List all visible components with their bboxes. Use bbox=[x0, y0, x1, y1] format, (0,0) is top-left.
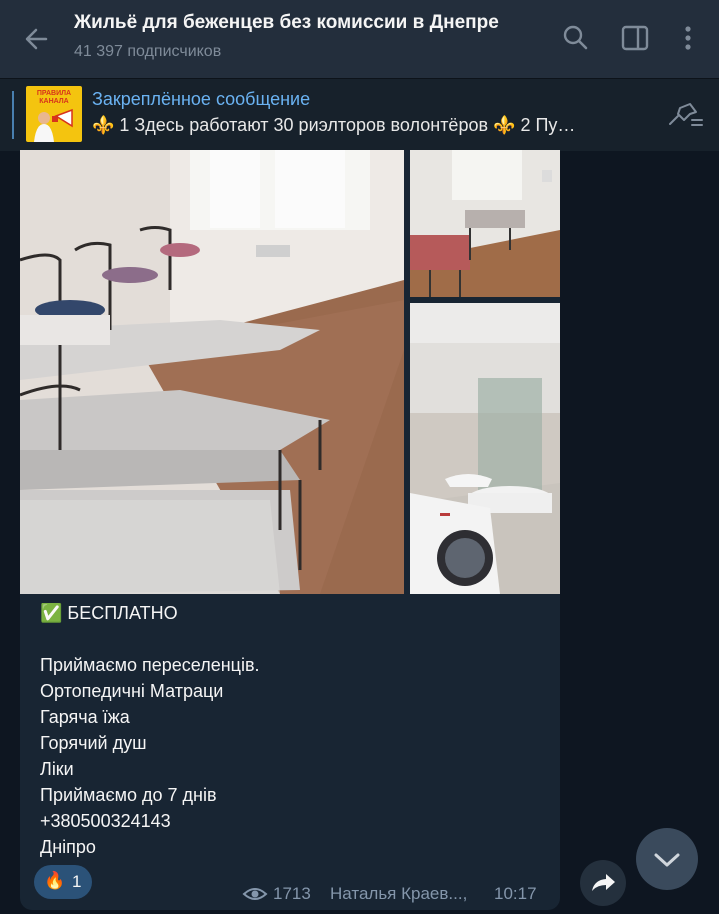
message-line: Гаряча їжа bbox=[40, 707, 130, 727]
reaction-chip[interactable]: 🔥 1 bbox=[34, 865, 92, 899]
back-arrow-icon[interactable] bbox=[20, 22, 54, 56]
pinned-text[interactable]: ⚜️ 1 Здесь работают 30 риэлторов волонтё… bbox=[92, 115, 642, 136]
message-line: Ліки bbox=[40, 759, 74, 779]
post-author: Наталья Краев..., bbox=[330, 884, 468, 903]
chat-header: Жильё для беженцев без комиссии в Днепре… bbox=[0, 0, 719, 78]
phone-number-link[interactable]: +380500324143 bbox=[40, 811, 171, 832]
share-button[interactable] bbox=[580, 860, 626, 906]
message-line-free: ✅ БЕСПЛАТНО bbox=[40, 603, 178, 623]
share-icon bbox=[592, 874, 615, 891]
message-bubble: ✅ БЕСПЛАТНО Приймаємо переселенців. Орто… bbox=[20, 150, 560, 910]
photo-dining-room[interactable] bbox=[410, 150, 560, 297]
sidebar-toggle-icon[interactable] bbox=[619, 22, 651, 54]
unpin-icon[interactable] bbox=[666, 100, 706, 130]
scroll-down-button[interactable] bbox=[636, 828, 698, 890]
more-vertical-icon[interactable] bbox=[672, 22, 704, 54]
fire-icon: 🔥 bbox=[44, 871, 66, 890]
post-time: 10:17 bbox=[494, 884, 537, 903]
message-line: Дніпро bbox=[40, 837, 96, 857]
message-line: Ортопедичні Матраци bbox=[40, 681, 224, 701]
chevron-down-icon bbox=[654, 853, 680, 867]
pin-indicator bbox=[12, 91, 14, 139]
pinned-title[interactable]: Закреплённое сообщение bbox=[92, 89, 310, 110]
eye-icon bbox=[242, 888, 268, 900]
message-line: Приймаємо до 7 днів bbox=[40, 785, 217, 805]
subscriber-count: 41 397 подписчиков bbox=[74, 43, 222, 60]
search-icon[interactable] bbox=[560, 22, 592, 54]
thumbnail-figure bbox=[34, 108, 73, 142]
pinned-thumbnail[interactable]: ПРАВИЛА КАНАЛА bbox=[26, 86, 82, 142]
photo-bathroom[interactable] bbox=[410, 303, 560, 594]
photo-beds[interactable] bbox=[20, 150, 404, 594]
message-line: Приймаємо переселенців. bbox=[40, 655, 260, 675]
channel-title[interactable]: Жильё для беженцев без комиссии в Днепре bbox=[74, 12, 499, 34]
message-line: Горячий душ bbox=[40, 733, 147, 753]
view-count: 1713 bbox=[273, 884, 311, 903]
reaction-count: 1 bbox=[72, 872, 82, 891]
